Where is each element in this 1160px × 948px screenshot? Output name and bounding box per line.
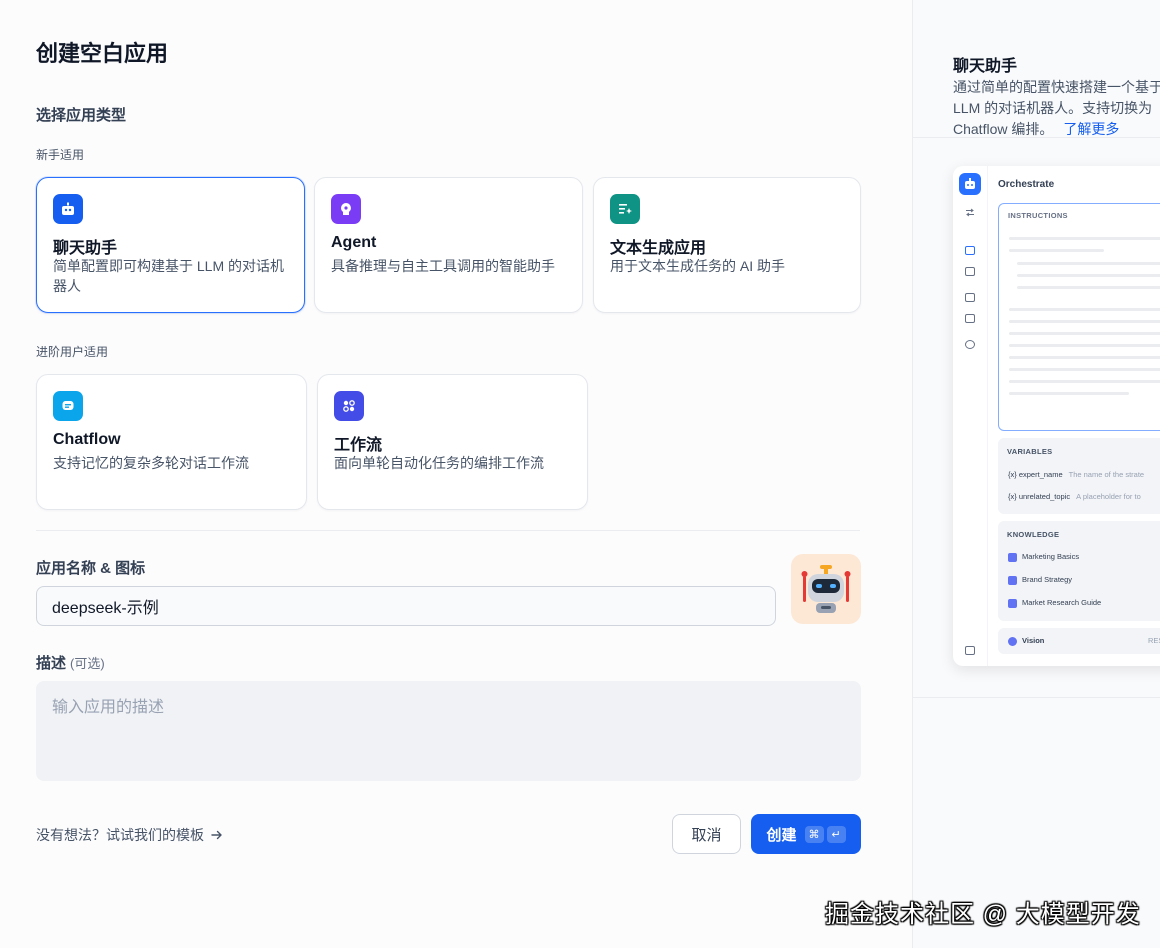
card-title: 文本生成应用 xyxy=(610,240,707,257)
create-app-dialog: 创建空白应用 选择应用类型 新手适用 聊天助手 简单配置即可构建基于 LLM 的… xyxy=(0,0,912,948)
app-type-section-title: 选择应用类型 xyxy=(36,107,127,124)
text-line xyxy=(1009,380,1160,383)
knowledge-item: Marketing Basics xyxy=(1008,552,1079,562)
card-description: 面向单轮自动化任务的编排工作流 xyxy=(334,455,544,471)
text-line xyxy=(1017,286,1160,289)
command-key-icon: ⌘ xyxy=(804,825,824,843)
text-line xyxy=(1009,368,1160,371)
vision-panel: Vision RES xyxy=(998,628,1160,654)
card-description: 支持记忆的复杂多轮对话工作流 xyxy=(53,455,249,471)
app-type-card-workflow[interactable]: 工作流 面向单轮自动化任务的编排工作流 xyxy=(317,374,588,510)
app-name-input[interactable] xyxy=(36,586,776,626)
section-divider xyxy=(36,530,860,531)
text-line xyxy=(1017,274,1160,277)
text-line xyxy=(1009,392,1129,395)
robot-emoji-icon xyxy=(801,565,851,613)
agent-icon xyxy=(331,194,361,224)
optional-tag: (可选) xyxy=(70,656,105,671)
preview-divider-bottom xyxy=(913,697,1160,698)
shortcut-keys: ⌘ ↵ xyxy=(804,825,846,843)
logs-icon xyxy=(965,314,975,323)
text-line xyxy=(1009,332,1160,335)
terminal-icon xyxy=(965,267,975,276)
app-icon-picker[interactable] xyxy=(791,554,861,624)
preview-description-text: 通过简单的配置快速搭建一个基于 LLM 的对话机器人。支持切换为 Chatflo… xyxy=(953,79,1160,137)
advanced-group-label: 进阶用户适用 xyxy=(36,345,109,359)
description-textarea[interactable] xyxy=(36,681,861,781)
card-title: 聊天助手 xyxy=(53,240,118,257)
preview-title: 聊天助手 xyxy=(953,58,1018,75)
card-description: 具备推理与自主工具调用的智能助手 xyxy=(331,258,555,274)
preview-pane: 聊天助手 通过简单的配置快速搭建一个基于 LLM 的对话机器人。支持切换为 Ch… xyxy=(912,0,1160,948)
robot-icon xyxy=(959,173,981,195)
mockup-sidebar xyxy=(953,166,988,666)
knowledge-item: Brand Strategy xyxy=(1008,575,1072,585)
app-type-card-agent[interactable]: Agent 具备推理与自主工具调用的智能助手 xyxy=(314,177,583,313)
instructions-label: INSTRUCTIONS xyxy=(1008,211,1068,220)
card-description: 用于文本生成任务的 AI 助手 xyxy=(610,258,786,274)
card-description: 简单配置即可构建基于 LLM 的对话机器人 xyxy=(53,258,285,294)
document-icon xyxy=(965,293,975,302)
variable-row: {x} unrelated_topic A placeholder for to xyxy=(1008,492,1141,501)
mockup-header: Orchestrate xyxy=(998,179,1055,190)
beginner-group-label: 新手适用 xyxy=(36,148,85,162)
text-generation-icon xyxy=(610,194,640,224)
variables-panel: VARIABLES {x} expert_name The name of the… xyxy=(998,438,1160,514)
switch-icon xyxy=(965,204,975,217)
app-type-card-chatflow[interactable]: Chatflow 支持记忆的复杂多轮对话工作流 xyxy=(36,374,307,510)
text-line xyxy=(1009,249,1104,252)
text-line xyxy=(1009,344,1160,347)
template-link[interactable]: 没有想法？试试我们的模板 xyxy=(36,825,224,845)
cancel-button[interactable]: 取消 xyxy=(672,814,741,854)
dialog-title: 创建空白应用 xyxy=(36,41,169,66)
chatflow-icon xyxy=(53,391,83,421)
text-line xyxy=(1009,320,1160,323)
knowledge-panel: KNOWLEDGE Marketing Basics Brand Strateg… xyxy=(998,521,1160,621)
knowledge-item: Market Research Guide xyxy=(1008,598,1101,608)
card-title: Chatflow xyxy=(53,431,121,448)
instructions-box: INSTRUCTIONS xyxy=(998,203,1160,431)
description-label-text: 描述 xyxy=(36,655,67,672)
variable-row: {x} expert_name The name of the strate xyxy=(1008,470,1145,479)
create-button-label: 创建 xyxy=(766,826,797,844)
watermark: 掘金技术社区 @ 大模型开发 xyxy=(825,901,1141,928)
vision-action: RES xyxy=(1148,636,1160,645)
create-button[interactable]: 创建 ⌘ ↵ xyxy=(751,814,861,854)
enter-key-icon: ↵ xyxy=(826,825,846,843)
app-type-card-chatbot[interactable]: 聊天助手 简单配置即可构建基于 LLM 的对话机器人 xyxy=(36,177,305,313)
learn-more-link[interactable]: 了解更多 xyxy=(1063,121,1119,137)
preview-description: 通过简单的配置快速搭建一个基于 LLM 的对话机器人。支持切换为 Chatflo… xyxy=(953,77,1160,140)
variables-label: VARIABLES xyxy=(1007,447,1053,456)
arrow-right-icon xyxy=(211,830,222,840)
text-line xyxy=(1017,262,1160,265)
card-title: Agent xyxy=(331,234,377,251)
description-label: 描述 (可选) xyxy=(36,652,105,673)
monitor-icon xyxy=(965,340,975,349)
text-line xyxy=(1009,308,1160,311)
text-line xyxy=(1009,237,1160,240)
chatbot-icon xyxy=(53,194,83,224)
preview-divider xyxy=(913,137,1160,138)
app-name-label: 应用名称 & 图标 xyxy=(36,560,146,577)
text-line xyxy=(1009,356,1160,359)
preview-mockup: Orchestrate INSTRUCTIONS VARIABLES {x} e… xyxy=(953,166,1160,666)
orchestrate-icon xyxy=(965,246,975,255)
collapse-sidebar-icon xyxy=(965,646,975,655)
card-title: 工作流 xyxy=(334,437,383,454)
vision-row: Vision xyxy=(1008,636,1044,646)
template-link-text: 没有想法？试试我们的模板 xyxy=(36,827,204,843)
workflow-icon xyxy=(334,391,364,421)
app-type-card-text-generation[interactable]: 文本生成应用 用于文本生成任务的 AI 助手 xyxy=(593,177,861,313)
knowledge-label: KNOWLEDGE xyxy=(1007,530,1060,539)
